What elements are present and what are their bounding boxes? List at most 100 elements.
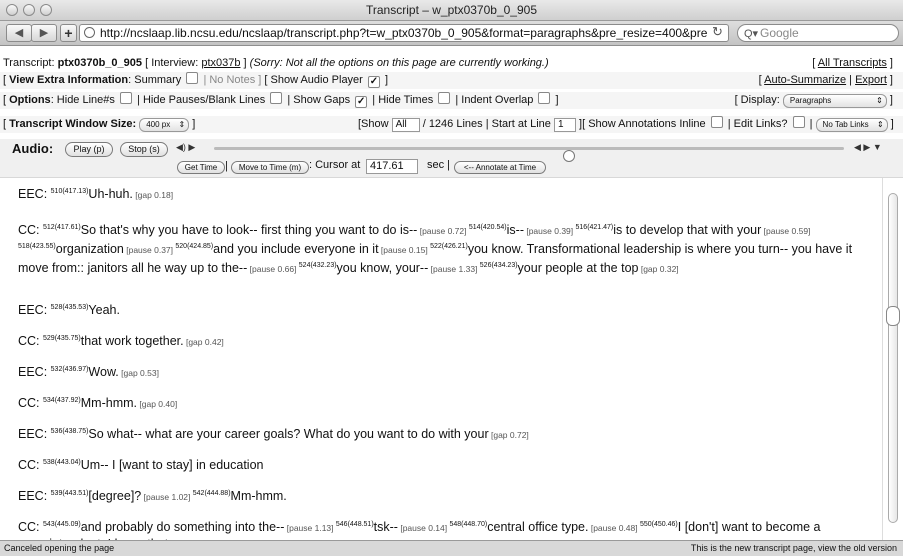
indent-overlap-checkbox[interactable] xyxy=(538,92,551,104)
line-number[interactable]: 542 xyxy=(193,490,205,497)
back-button[interactable]: ◀ xyxy=(6,24,32,42)
play-button[interactable]: Play (p) xyxy=(65,142,113,157)
transcript-content: EEC: 510(417.13)Uh-huh. [gap 0.18] CC: 5… xyxy=(0,178,875,540)
timestamp-link[interactable]: (424.85) xyxy=(187,243,213,250)
browser-toolbar: ◀ ▶ + http://ncslaap.lib.ncsu.edu/ncslaa… xyxy=(0,21,903,46)
line-number[interactable]: 546 xyxy=(336,521,348,528)
audio-player-checkbox[interactable] xyxy=(367,76,380,88)
no-notes-label: | No Notes ] xyxy=(203,74,262,86)
line-number[interactable]: 528 xyxy=(51,304,63,311)
annotations-checkbox[interactable] xyxy=(710,116,723,128)
timestamp-link[interactable]: (435.53) xyxy=(62,304,88,311)
line-number[interactable]: 529 xyxy=(43,335,55,342)
line-number[interactable]: 538 xyxy=(43,459,55,466)
timestamp-link[interactable]: (444.88) xyxy=(204,490,230,497)
interview-link[interactable]: ptx037b xyxy=(201,57,240,69)
stop-button[interactable]: Stop (s) xyxy=(120,142,168,157)
speaker-label: CC: xyxy=(18,334,43,348)
transcript-turn: EEC: 528(435.53)Yeah. xyxy=(18,300,873,318)
timestamp-link[interactable]: (420.54) xyxy=(481,224,507,231)
window-size-select[interactable]: 400 px xyxy=(139,118,190,132)
line-number[interactable]: 512 xyxy=(43,224,55,231)
timestamp-link[interactable]: (438.75) xyxy=(62,428,88,435)
all-transcripts-link[interactable]: All Transcripts xyxy=(818,57,887,69)
pause-marker: [pause 1.33] xyxy=(428,264,480,274)
timestamp-link[interactable]: (421.47) xyxy=(587,224,613,231)
get-time-button[interactable]: Get Time xyxy=(177,161,225,174)
line-number[interactable]: 534 xyxy=(43,397,55,404)
export-link[interactable]: Export xyxy=(855,74,887,86)
scrubber-knob[interactable] xyxy=(563,150,575,162)
timestamp-link[interactable]: (448.70) xyxy=(461,521,487,528)
cursor-time-input[interactable]: 417.61 xyxy=(366,159,418,174)
move-to-time-button[interactable]: Move to Time (m) xyxy=(231,161,309,174)
audio-scrubber[interactable] xyxy=(214,147,844,162)
transcript-info-row: Transcript: ptx0370b_0_905 [ Interview: … xyxy=(0,55,903,72)
timestamp-link[interactable]: (435.75) xyxy=(55,335,81,342)
speaker-label: EEC: xyxy=(18,365,51,379)
playback-controls-icon[interactable]: ◀ ▶ ▼ xyxy=(854,142,882,153)
scrollbar-thumb[interactable] xyxy=(886,306,900,326)
display-select[interactable]: Paragraphs xyxy=(782,94,887,108)
timestamp-link[interactable]: (417.61) xyxy=(55,224,81,231)
transcript-turn: CC: 534(437.92)Mm-hmm. [gap 0.40] xyxy=(18,393,873,412)
back-arrow-icon: ◀ xyxy=(14,27,24,39)
line-number[interactable]: 543 xyxy=(43,521,55,528)
timestamp-link[interactable]: (417.13) xyxy=(62,188,88,195)
timestamp-link[interactable]: (443.04) xyxy=(55,459,81,466)
display-label: [ Display: xyxy=(734,94,780,106)
line-number[interactable]: 539 xyxy=(51,490,63,497)
volume-icon[interactable]: ◀) ▶ xyxy=(176,142,195,153)
timestamp-link[interactable]: (437.92) xyxy=(55,397,81,404)
hide-line-checkbox[interactable] xyxy=(119,92,132,104)
timestamp-link[interactable]: (432.23) xyxy=(310,262,336,269)
start-line-input[interactable]: 1 xyxy=(553,118,576,132)
timestamp-link[interactable]: (445.09) xyxy=(55,521,81,528)
utterance-text: your people at the top xyxy=(517,261,639,275)
line-number[interactable]: 516 xyxy=(576,224,588,231)
edit-links-checkbox[interactable] xyxy=(792,116,805,128)
window-title: Transcript – w_ptx0370b_0_905 xyxy=(366,3,537,17)
timestamp-link[interactable]: (434.23) xyxy=(491,262,517,269)
show-gaps-checkbox[interactable] xyxy=(355,96,368,108)
pause-marker: [pause 0.37] xyxy=(123,245,176,255)
line-number[interactable]: 518 xyxy=(18,243,30,250)
line-number[interactable]: 520 xyxy=(175,243,187,250)
line-number[interactable]: 548 xyxy=(449,521,461,528)
scrollbar-track[interactable] xyxy=(888,193,898,523)
auto-summarize-link[interactable]: Auto-Summarize xyxy=(764,74,846,86)
timestamp-link[interactable]: (426.21) xyxy=(442,243,468,250)
transcript-turn: CC: 529(435.75)that work together. [gap … xyxy=(18,331,873,350)
forward-button[interactable]: ▶ xyxy=(31,24,57,42)
options-label: Options xyxy=(9,94,51,106)
line-number[interactable]: 524 xyxy=(299,262,311,269)
add-bookmark-button[interactable]: + xyxy=(60,24,77,42)
line-number[interactable]: 522 xyxy=(430,243,442,250)
line-number[interactable]: 526 xyxy=(480,262,492,269)
search-field[interactable]: Q▾ Google xyxy=(737,24,899,42)
timestamp-link[interactable]: (448.51) xyxy=(348,521,374,528)
reload-icon[interactable]: ↻ xyxy=(712,24,723,40)
transcript-scrollbar[interactable] xyxy=(882,178,903,540)
search-icon: Q▾ xyxy=(744,28,759,40)
timestamp-link[interactable]: (450.46) xyxy=(652,521,678,528)
line-number[interactable]: 532 xyxy=(51,366,63,373)
line-number[interactable]: 514 xyxy=(469,224,481,231)
timestamp-link[interactable]: (423.55) xyxy=(30,243,56,250)
timestamp-link[interactable]: (436.97) xyxy=(62,366,88,373)
window-titlebar: Transcript – w_ptx0370b_0_905 xyxy=(0,0,903,21)
pause-marker: [pause 0.59] xyxy=(761,226,811,236)
tab-links-select[interactable]: No Tab Links xyxy=(815,118,888,132)
line-number[interactable]: 510 xyxy=(51,188,63,195)
summary-checkbox[interactable] xyxy=(186,72,199,84)
hide-times-checkbox[interactable] xyxy=(438,92,451,104)
annotate-button[interactable]: <-- Annotate at Time xyxy=(454,161,546,174)
show-lines-input[interactable]: All xyxy=(391,118,420,132)
audio-label: Audio: xyxy=(12,141,54,156)
timestamp-link[interactable]: (443.51) xyxy=(62,490,88,497)
line-number[interactable]: 536 xyxy=(51,428,63,435)
hide-pauses-checkbox[interactable] xyxy=(270,92,283,104)
address-bar[interactable]: http://ncslaap.lib.ncsu.edu/ncslaap/tran… xyxy=(79,24,729,42)
speaker-label: EEC: xyxy=(18,303,51,317)
line-number[interactable]: 550 xyxy=(640,521,652,528)
